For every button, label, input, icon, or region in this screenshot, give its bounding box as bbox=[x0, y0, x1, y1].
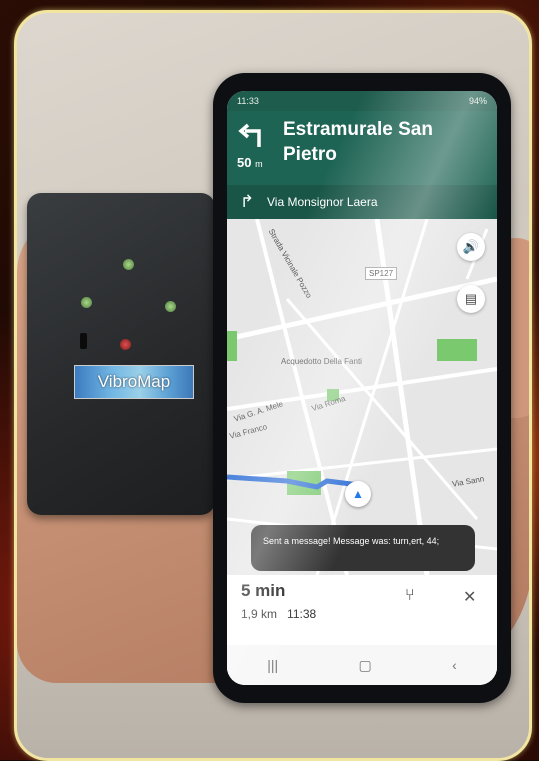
led-red bbox=[120, 339, 131, 350]
eta-duration: 5 min bbox=[241, 581, 286, 600]
status-bar: 11:33 94% bbox=[227, 91, 497, 111]
back-icon[interactable]: ‹ bbox=[452, 657, 457, 673]
led-right bbox=[165, 301, 176, 312]
eta-meta: 1,9 km 11:38 bbox=[241, 607, 316, 621]
next-street: Via Monsignor Laera bbox=[267, 195, 378, 209]
turn-distance-value: 50 bbox=[237, 155, 252, 170]
next-turn-bar: ↱ Via Monsignor Laera bbox=[227, 185, 497, 219]
home-icon[interactable]: ▢ bbox=[359, 657, 372, 674]
turn-distance: 50 m bbox=[237, 155, 263, 170]
trip-panel[interactable]: 5 min 1,9 km 11:38 ⑂ ✕ ||| ▢ ‹ bbox=[227, 575, 497, 685]
message-icon: ▤ bbox=[464, 291, 478, 306]
speaker-icon: 🔊 bbox=[462, 239, 480, 254]
turn-right-icon: ↱ bbox=[239, 192, 255, 211]
eta-distance: 1,9 km bbox=[241, 607, 278, 621]
status-time: 11:33 bbox=[237, 96, 259, 106]
photo-frame: VibroMap 11:33 94% 50 m Estramurale San … bbox=[14, 10, 532, 761]
map-label: Acquedotto Della Fanti bbox=[281, 357, 362, 366]
map-roads bbox=[227, 219, 497, 575]
led-left bbox=[81, 297, 92, 308]
phone-screen: 11:33 94% 50 m Estramurale San Pietro ↱ … bbox=[227, 91, 497, 685]
sound-button[interactable]: 🔊 bbox=[457, 233, 485, 261]
recent-apps-icon[interactable]: ||| bbox=[267, 657, 278, 673]
message-toast: Sent a message! Message was: turn,ert, 4… bbox=[251, 525, 475, 571]
led-top bbox=[123, 259, 134, 270]
current-street: Estramurale San Pietro bbox=[283, 119, 433, 165]
turn-distance-unit: m bbox=[255, 159, 263, 169]
alternate-routes-icon[interactable]: ⑂ bbox=[405, 587, 415, 605]
eta-arrival: 11:38 bbox=[287, 607, 317, 621]
current-location-marker: ▲ bbox=[345, 481, 371, 507]
device-label: VibroMap bbox=[74, 365, 194, 399]
report-button[interactable]: ▤ bbox=[457, 285, 485, 313]
status-battery: 94% bbox=[468, 96, 487, 106]
power-switch[interactable] bbox=[80, 333, 87, 349]
vibromap-device: VibroMap bbox=[27, 193, 215, 515]
smartphone: 11:33 94% 50 m Estramurale San Pietro ↱ … bbox=[213, 73, 511, 703]
navigation-header[interactable]: 50 m Estramurale San Pietro ↱ Via Monsig… bbox=[227, 111, 497, 219]
system-nav-bar: ||| ▢ ‹ bbox=[227, 645, 497, 685]
road-badge: SP127 bbox=[365, 267, 398, 280]
turn-left-icon bbox=[238, 123, 261, 147]
map-view[interactable]: SP127 Strada Vicinale Pozzo Acquedotto D… bbox=[227, 219, 497, 575]
close-icon[interactable]: ✕ bbox=[463, 587, 476, 607]
